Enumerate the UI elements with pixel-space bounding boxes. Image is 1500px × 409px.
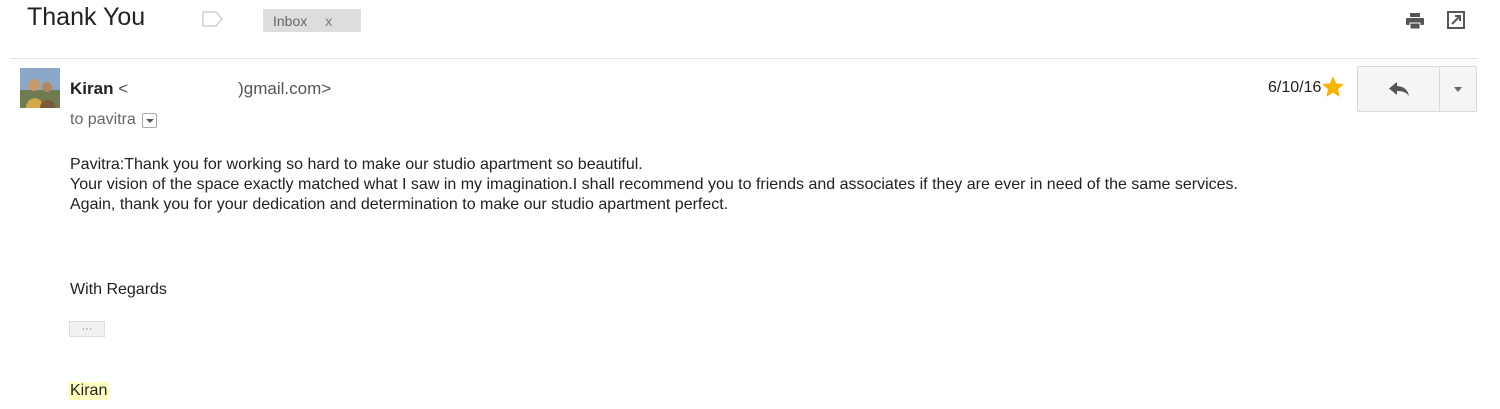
recipient-text: to pavitra xyxy=(70,111,136,128)
sender-line: Kiran < )gmail.com> xyxy=(70,79,331,99)
remove-label-button[interactable]: x xyxy=(325,13,332,29)
reply-icon xyxy=(1388,82,1409,96)
more-actions-button[interactable] xyxy=(1439,66,1477,112)
inbox-label-chip[interactable]: Inbox x xyxy=(263,9,361,32)
signature-name: Kiran xyxy=(68,382,110,400)
star-icon[interactable] xyxy=(1320,74,1346,100)
message-date: 6/10/16 xyxy=(1268,79,1322,96)
header-divider xyxy=(10,58,1478,59)
show-trimmed-content-button[interactable]: ··· xyxy=(69,321,105,337)
new-window-icon[interactable] xyxy=(1447,11,1465,29)
show-details-dropdown[interactable] xyxy=(141,112,157,128)
sender-name[interactable]: Kiran xyxy=(70,79,113,98)
chevron-down-icon xyxy=(1454,86,1462,92)
sender-avatar[interactable] xyxy=(20,68,60,108)
reply-button[interactable] xyxy=(1357,66,1440,112)
redacted-email xyxy=(128,80,239,99)
email-subject: Thank You xyxy=(27,3,146,31)
print-icon[interactable] xyxy=(1405,12,1425,30)
label-tag-icon[interactable] xyxy=(202,11,224,27)
body-line: Again, thank you for your dedication and… xyxy=(70,196,729,213)
body-line: Pavitra:Thank you for working so hard to… xyxy=(70,156,643,173)
closing-text: With Regards xyxy=(70,281,167,298)
message-body: Pavitra:Thank you for working so hard to… xyxy=(70,155,1470,215)
sender-email: )gmail.com> xyxy=(238,79,332,98)
sender-email-open: < xyxy=(118,79,129,98)
body-line: Your vision of the space exactly matched… xyxy=(70,176,1238,193)
inbox-label-text: Inbox xyxy=(273,12,308,29)
recipient-line: to pavitra xyxy=(70,111,157,129)
